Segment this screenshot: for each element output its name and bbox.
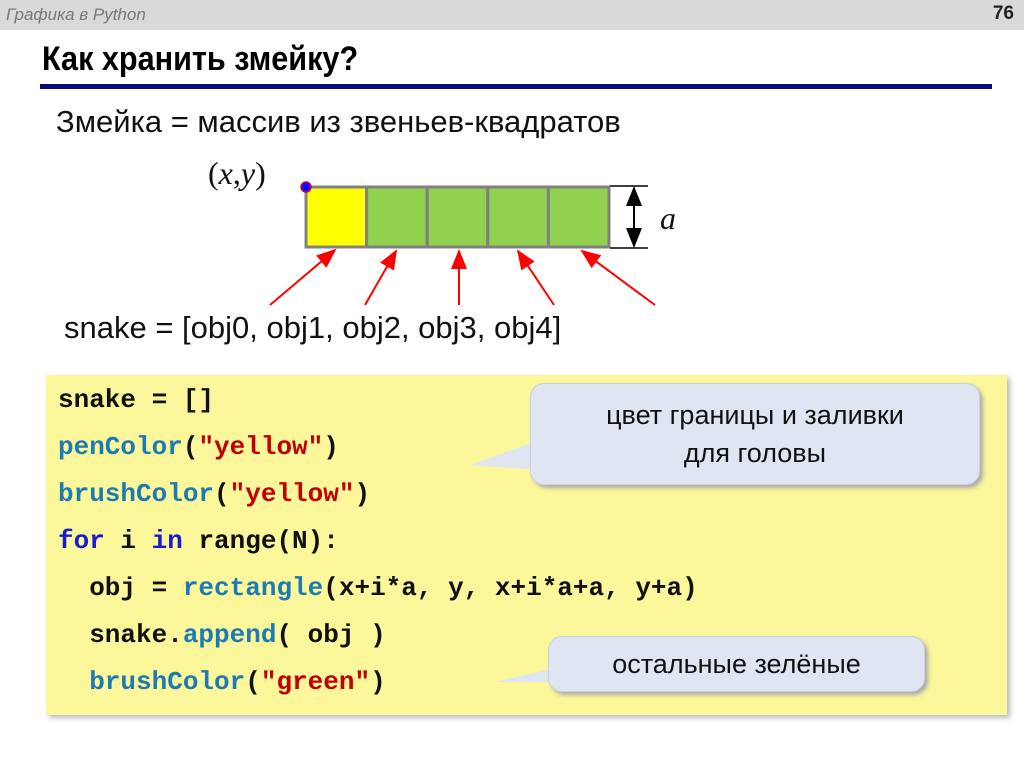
pointer-arrow [580, 249, 656, 306]
snake-segment-4 [546, 185, 611, 249]
snake-segment-2 [425, 185, 490, 249]
code-token: for [58, 526, 105, 556]
callout-line: для головы [683, 438, 827, 468]
callout-head: цвет границы и заливки для головы [530, 383, 980, 485]
pointer-arrow [516, 249, 555, 306]
snake-segment-0 [304, 185, 369, 249]
code-token: penColor [58, 432, 183, 462]
code-token: "yellow" [198, 432, 324, 462]
code-token: ( [182, 432, 199, 462]
snake-diagram [269, 181, 656, 306]
code-line: obj = rectangle(x+i*a, y, x+i*a+a, y+a) [58, 573, 698, 603]
code-token: brushColor [89, 667, 246, 697]
code-token: append [182, 620, 277, 650]
code-token: ( [214, 479, 230, 509]
code-token: (x+i*a, y, x+i*a+a, y+a) [323, 573, 698, 603]
origin-dot [300, 181, 312, 193]
code-token: "green" [260, 667, 371, 697]
code-line: for i in range(N): [58, 526, 339, 556]
code-token: ) [354, 479, 371, 509]
code-token: ( obj ) [276, 620, 386, 650]
code-token: snake. [58, 620, 183, 650]
snake-list-text: snake = [obj0, obj1, obj2, obj3, obj4] [64, 310, 562, 345]
code-token: ( [245, 667, 261, 697]
code-line: brushColor("green") [58, 667, 386, 697]
pointer-arrow [364, 249, 397, 306]
code-token: brushColor [58, 479, 215, 509]
code-line: snake.append( obj ) [58, 620, 386, 650]
code-token: i [104, 526, 152, 556]
code-token: in [151, 526, 183, 556]
code-token: snake = [] [58, 385, 215, 415]
code-line: snake = [] [58, 385, 214, 415]
code-token: obj = [58, 573, 183, 603]
code-token: range(N): [182, 526, 339, 556]
code-token: ) [323, 432, 339, 462]
snake-segment-1 [365, 185, 429, 249]
pointer-arrow [269, 248, 337, 306]
snake-segment-3 [486, 185, 550, 249]
callout-line: цвет границы и заливки [606, 400, 904, 430]
code-token: rectangle [182, 573, 324, 603]
callout-rest: остальные зелёные [548, 636, 925, 692]
code-line: brushColor("yellow") [58, 479, 370, 509]
code-line: penColor("yellow") [58, 432, 339, 462]
code-token: "yellow" [229, 479, 355, 509]
code-token: ) [370, 667, 386, 697]
